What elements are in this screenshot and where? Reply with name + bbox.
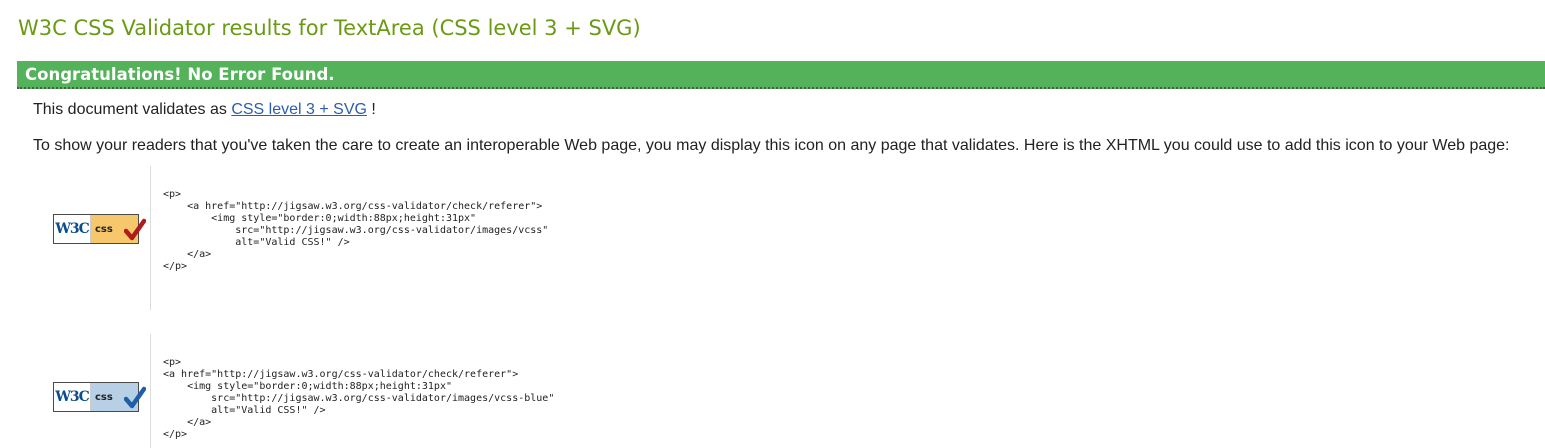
- w3c-css-valid-gold-icon: W3C css: [53, 214, 146, 244]
- success-banner: Congratulations! No Error Found.: [17, 61, 1545, 89]
- css-level-link[interactable]: CSS level 3 + SVG: [231, 101, 367, 118]
- badge-block-gold: W3C css: [40, 166, 151, 310]
- blue-checkmark-icon: [124, 386, 146, 409]
- validator-results-page: W3C CSS Validator results for TextArea (…: [0, 0, 1545, 448]
- w3c-logo-text: W3C: [54, 215, 91, 243]
- red-checkmark-icon: [124, 218, 146, 241]
- validates-statement: This document validates as CSS level 3 +…: [33, 101, 376, 119]
- validates-suffix: !: [366, 101, 376, 118]
- w3c-css-valid-blue-icon: W3C css: [53, 382, 146, 412]
- badge-block-blue: W3C css: [40, 334, 151, 448]
- css-badge-label: css: [91, 383, 146, 411]
- css-badge-text: css: [95, 391, 113, 403]
- code-snippet-gold[interactable]: <p> <a href="http://jigsaw.w3.org/css-va…: [163, 189, 548, 273]
- success-banner-text: Congratulations! No Error Found.: [25, 65, 335, 84]
- validates-prefix: This document validates as: [33, 101, 232, 118]
- css-badge-text: css: [95, 223, 113, 235]
- page-title: W3C CSS Validator results for TextArea (…: [18, 16, 641, 40]
- readers-instructions: To show your readers that you've taken t…: [33, 137, 1510, 154]
- code-snippet-blue[interactable]: <p> <a href="http://jigsaw.w3.org/css-va…: [163, 357, 554, 441]
- w3c-logo-text: W3C: [54, 383, 91, 411]
- css-badge-label: css: [91, 215, 146, 243]
